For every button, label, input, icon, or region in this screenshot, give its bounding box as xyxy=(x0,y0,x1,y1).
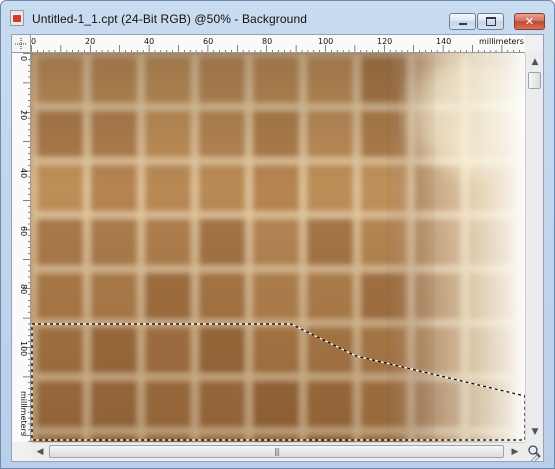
horizontal-scrollbar[interactable]: ◀ ||| ▶ xyxy=(31,442,525,460)
horizontal-scroll-thumb[interactable]: ||| xyxy=(49,445,504,458)
window-title: Untitled-1_1.cpt (24-Bit RGB) @50% - Bac… xyxy=(32,12,307,26)
maximize-icon xyxy=(485,17,496,26)
minimize-icon xyxy=(458,23,467,25)
ruler-origin-corner[interactable] xyxy=(12,35,31,53)
arrow-left-icon: ◀ xyxy=(36,447,44,457)
document-client-area: 0 20 40 60 80 100 120 140 millimeters 0 … xyxy=(11,34,544,462)
vertical-ruler[interactable]: 0 20 40 60 80 100 millimeters xyxy=(12,53,31,442)
scroll-right-button[interactable]: ▶ xyxy=(507,444,523,460)
image-canvas[interactable] xyxy=(31,53,525,442)
arrow-down-icon: ▼ xyxy=(531,427,539,437)
arrow-right-icon: ▶ xyxy=(511,447,519,457)
scroll-up-button[interactable]: ▲ xyxy=(527,54,543,70)
resize-grip-icon[interactable] xyxy=(528,450,540,462)
close-button[interactable]: ✕ xyxy=(514,13,545,30)
arrow-up-icon: ▲ xyxy=(531,57,539,67)
tile-image xyxy=(31,53,525,442)
close-icon: ✕ xyxy=(524,15,535,28)
vertical-scroll-thumb[interactable] xyxy=(528,72,541,89)
corel-document-icon[interactable] xyxy=(10,10,24,26)
minimize-button[interactable] xyxy=(449,13,476,30)
scroll-down-button[interactable]: ▼ xyxy=(527,424,543,440)
origin-icon xyxy=(15,37,27,50)
scroll-left-button[interactable]: ◀ xyxy=(32,444,48,460)
title-bar[interactable]: Untitled-1_1.cpt (24-Bit RGB) @50% - Bac… xyxy=(1,1,554,34)
maximize-button[interactable] xyxy=(477,13,504,30)
document-window: Untitled-1_1.cpt (24-Bit RGB) @50% - Bac… xyxy=(0,0,555,469)
vertical-scrollbar[interactable]: ▲ ▼ xyxy=(525,53,543,442)
grip-icon: ||| xyxy=(273,447,280,456)
horizontal-ruler[interactable]: 0 20 40 60 80 100 120 140 millimeters xyxy=(31,35,525,53)
